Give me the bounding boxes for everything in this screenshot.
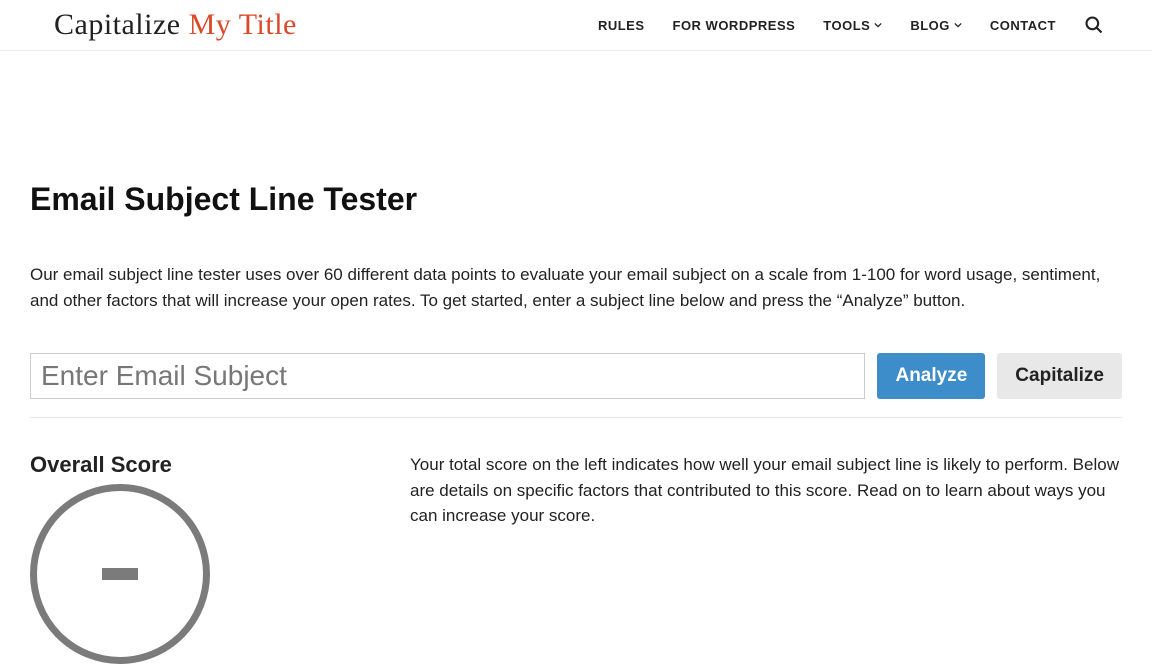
- capitalize-button[interactable]: Capitalize: [997, 353, 1122, 399]
- nav-blog-label: BLOG: [910, 18, 950, 33]
- logo-text-dark: Capitalize: [54, 8, 189, 41]
- nav-tools[interactable]: TOOLS: [823, 18, 882, 33]
- page-main: Email Subject Line Tester Our email subj…: [0, 51, 1152, 664]
- score-block: Overall Score: [30, 452, 370, 664]
- score-ring: [30, 484, 210, 664]
- nav-contact[interactable]: CONTACT: [990, 18, 1056, 33]
- score-placeholder-icon: [102, 568, 138, 580]
- search-icon[interactable]: [1084, 15, 1104, 35]
- page-title: Email Subject Line Tester: [30, 181, 1122, 218]
- subject-form: Analyze Capitalize: [30, 353, 1122, 418]
- site-logo[interactable]: Capitalize My Title: [54, 8, 297, 42]
- analyze-button[interactable]: Analyze: [877, 353, 985, 399]
- site-header: Capitalize My Title RULES FOR WORDPRESS …: [0, 0, 1152, 51]
- score-title: Overall Score: [30, 452, 370, 478]
- chevron-down-icon: [874, 21, 882, 29]
- nav-for-wordpress[interactable]: FOR WORDPRESS: [673, 18, 796, 33]
- logo-text-accent: My Title: [189, 8, 297, 41]
- score-description: Your total score on the left indicates h…: [410, 452, 1122, 529]
- main-nav: RULES FOR WORDPRESS TOOLS BLOG CONTACT: [598, 15, 1104, 35]
- score-section: Overall Score Your total score on the le…: [30, 452, 1122, 664]
- nav-blog[interactable]: BLOG: [910, 18, 962, 33]
- nav-tools-label: TOOLS: [823, 18, 870, 33]
- intro-text: Our email subject line tester uses over …: [30, 262, 1122, 313]
- subject-input[interactable]: [30, 353, 865, 399]
- chevron-down-icon: [954, 21, 962, 29]
- nav-rules[interactable]: RULES: [598, 18, 645, 33]
